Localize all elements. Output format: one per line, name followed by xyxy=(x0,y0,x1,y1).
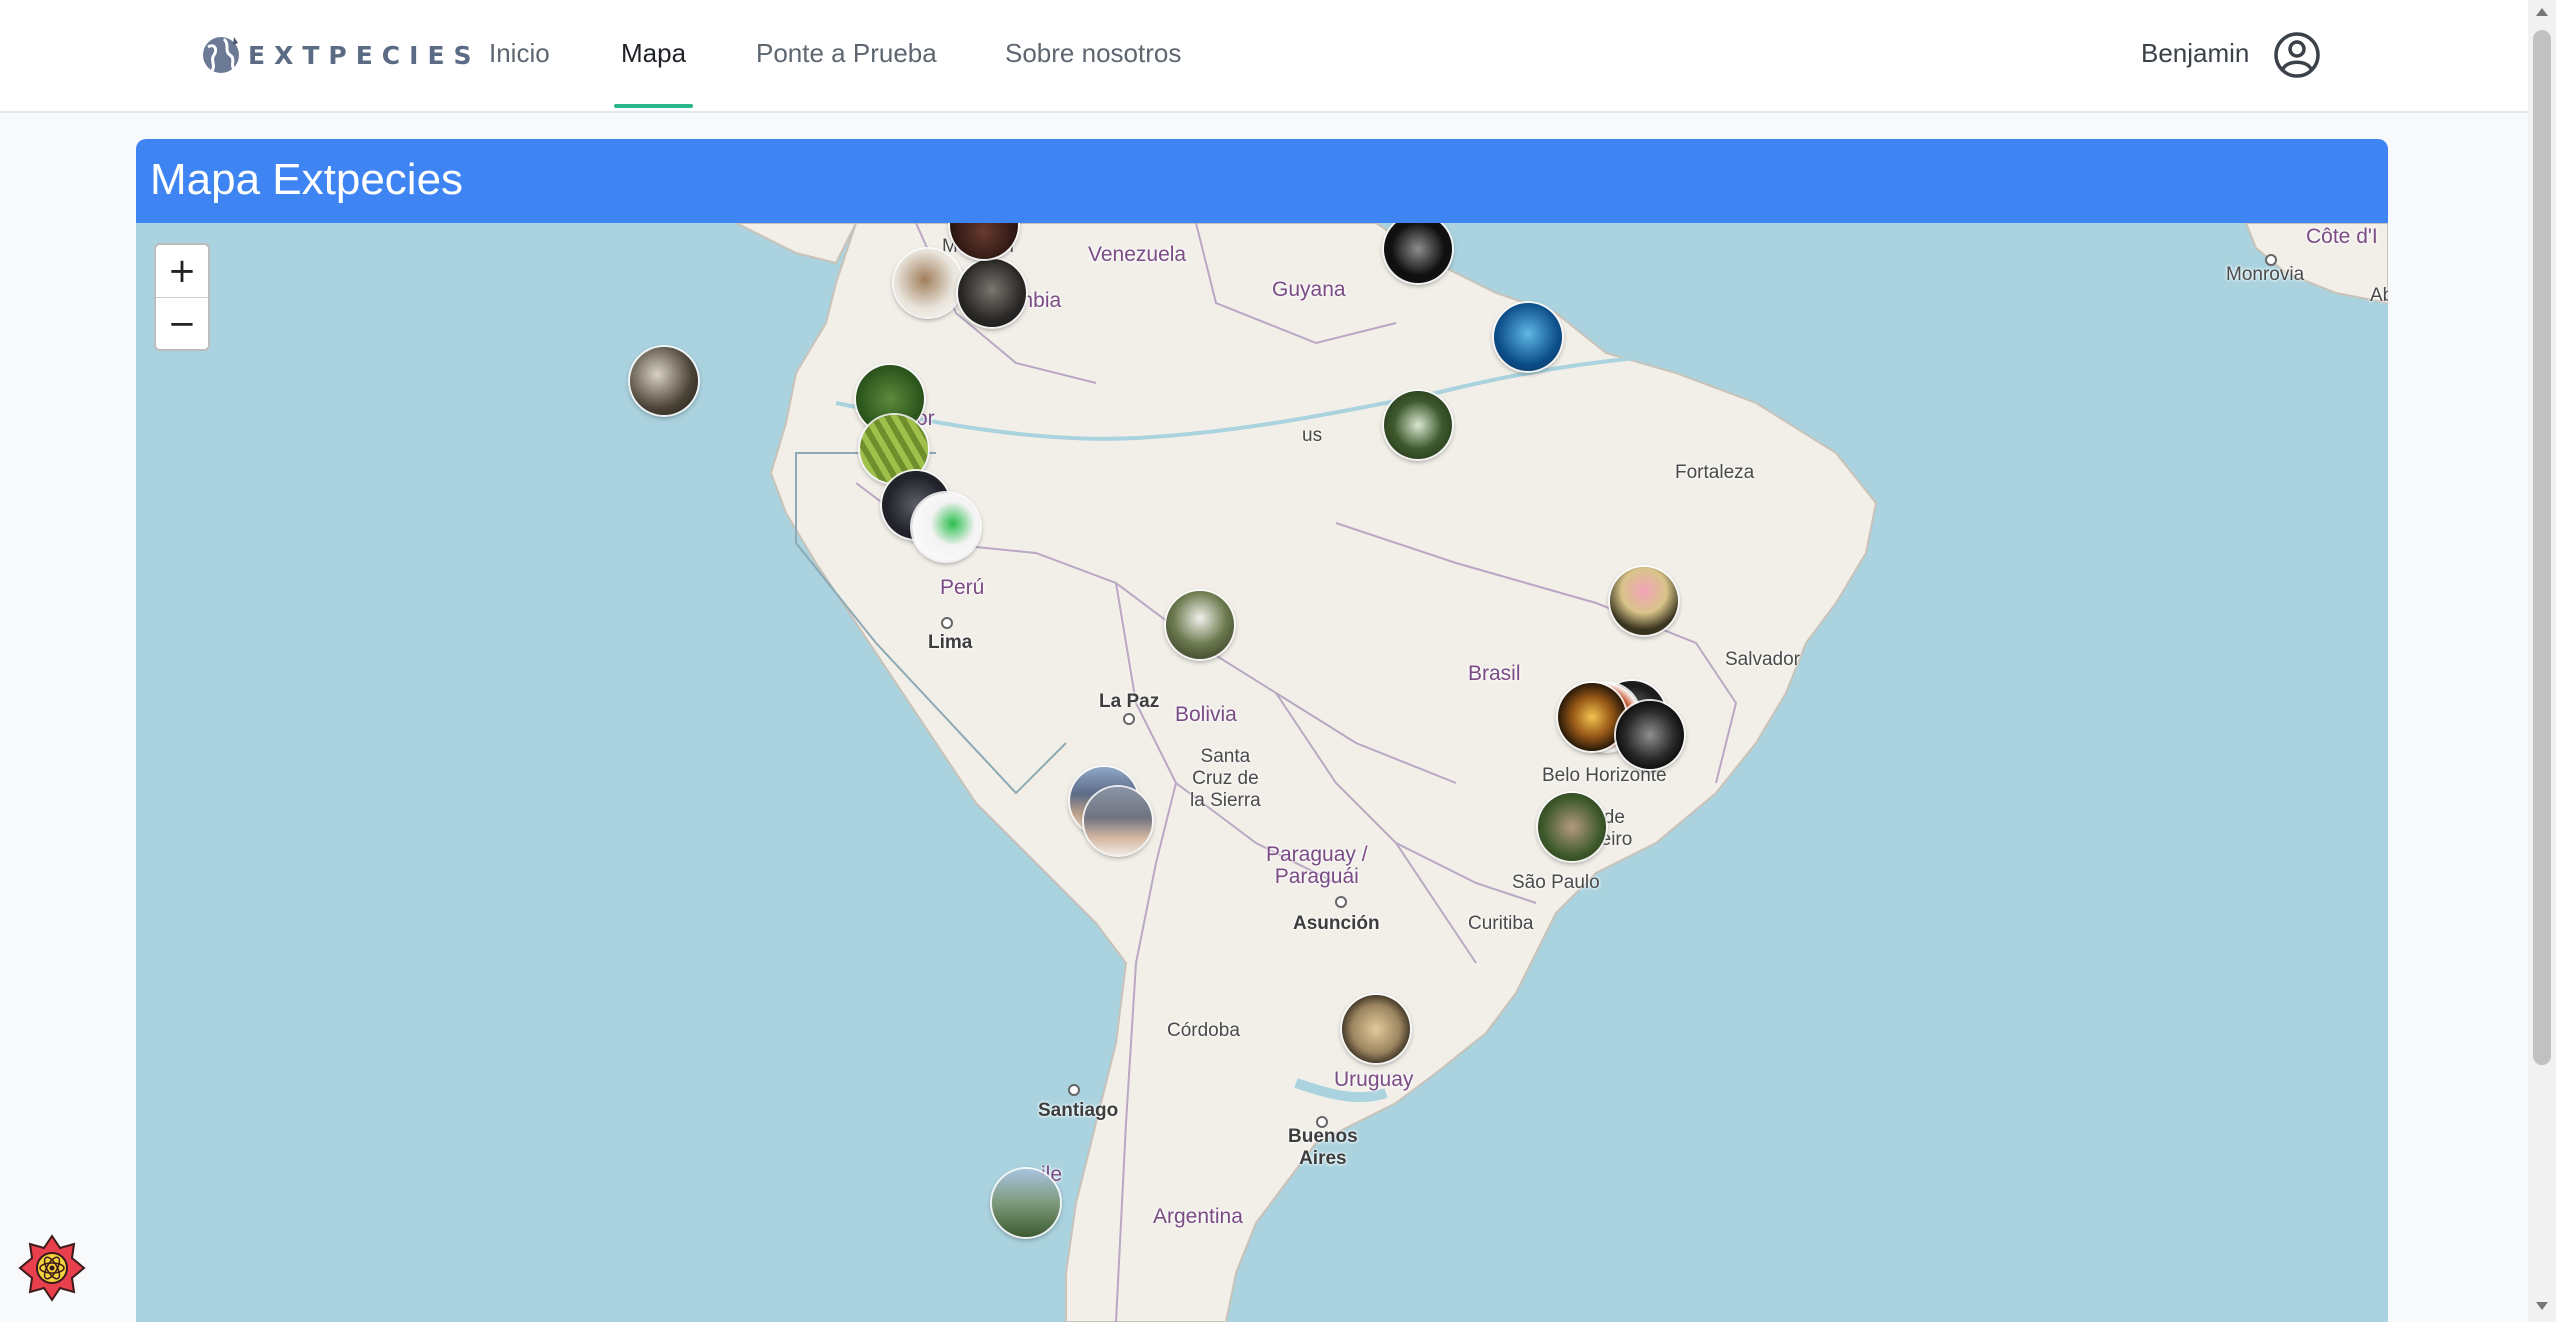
species-marker-colombia-1[interactable] xyxy=(894,249,962,317)
label-paraguay: Paraguay / Paraguái xyxy=(1266,843,1368,888)
label-guyana: Guyana xyxy=(1272,278,1346,301)
map-panel-header: Mapa Extpecies xyxy=(136,139,2388,223)
label-buenosaires: Buenos Aires xyxy=(1288,1126,1358,1169)
label-lapaz: La Paz xyxy=(1099,691,1160,712)
label-saopaulo: São Paulo xyxy=(1512,872,1600,893)
label-lima: Lima xyxy=(928,632,973,653)
brand-logo[interactable]: EXTPECIES xyxy=(200,30,481,80)
page-scrollbar[interactable] xyxy=(2528,0,2556,1322)
nav-sobre-nosotros[interactable]: Sobre nosotros xyxy=(1005,38,1181,69)
species-marker-bolivia[interactable] xyxy=(1166,591,1234,659)
active-nav-indicator xyxy=(614,104,693,108)
top-navbar: EXTPECIES Inicio Mapa Ponte a Prueba Sob… xyxy=(0,0,2528,113)
user-name[interactable]: Benjamin xyxy=(2141,38,2249,69)
species-marker-galapagos[interactable] xyxy=(630,347,698,415)
species-marker-chile-north-2[interactable] xyxy=(1084,787,1152,855)
label-abidjan: Ab xyxy=(2370,285,2388,306)
label-fortaleza: Fortaleza xyxy=(1675,462,1755,483)
species-marker-colombia-2[interactable] xyxy=(958,259,1026,327)
label-santacruz: Santa Cruz de la Sierra xyxy=(1190,746,1261,811)
zoom-out-button[interactable]: − xyxy=(156,297,208,349)
species-marker-rio[interactable] xyxy=(1538,793,1606,861)
label-monrovia: Monrovia xyxy=(2226,264,2305,285)
label-argentina: Argentina xyxy=(1153,1205,1243,1228)
scroll-thumb[interactable] xyxy=(2533,30,2551,1065)
page-title: Mapa Extpecies xyxy=(150,155,464,204)
label-cordoba: Córdoba xyxy=(1167,1020,1240,1041)
city-dot-santiago xyxy=(1068,1084,1080,1096)
species-marker-bahia[interactable] xyxy=(1610,567,1678,635)
label-uruguay: Uruguay xyxy=(1334,1068,1414,1091)
scroll-up-icon[interactable] xyxy=(2536,8,2548,16)
nav-inicio[interactable]: Inicio xyxy=(489,38,550,69)
city-dot-lima xyxy=(941,617,953,629)
species-marker-peru-2[interactable] xyxy=(912,493,980,561)
label-manaus: us xyxy=(1302,425,1323,446)
label-santiago: Santiago xyxy=(1038,1100,1119,1121)
globe-logo-icon xyxy=(203,37,239,73)
species-marker-minas-4[interactable] xyxy=(1616,701,1684,769)
city-dot-asuncion xyxy=(1335,896,1347,908)
label-cotedivoire: Côte d'I xyxy=(2306,225,2378,248)
species-map[interactable]: Medellín Venezuela Guyana ombia or us Pe… xyxy=(136,223,2388,1322)
label-peru: Perú xyxy=(940,576,985,599)
label-venezuela: Venezuela xyxy=(1088,243,1187,266)
label-asuncion: Asunción xyxy=(1293,913,1380,934)
label-brasil: Brasil xyxy=(1468,662,1521,685)
label-curitiba: Curitiba xyxy=(1468,913,1534,934)
scroll-down-icon[interactable] xyxy=(2536,1302,2548,1310)
zoom-control: + − xyxy=(154,243,210,351)
react-devtools-icon[interactable] xyxy=(14,1230,90,1306)
city-dot-lapaz xyxy=(1123,713,1135,725)
species-marker-uruguay[interactable] xyxy=(1342,995,1410,1063)
nav-mapa[interactable]: Mapa xyxy=(621,38,686,69)
brand-logo-text: EXTPECIES xyxy=(248,40,481,70)
label-bolivia: Bolivia xyxy=(1175,703,1237,726)
zoom-in-button[interactable]: + xyxy=(156,245,208,297)
map-tiles xyxy=(643,223,2388,1322)
user-circle-icon[interactable] xyxy=(2272,30,2322,80)
label-salvador: Salvador xyxy=(1725,649,1800,670)
nav-ponte-a-prueba[interactable]: Ponte a Prueba xyxy=(756,38,937,69)
species-marker-belem[interactable] xyxy=(1494,303,1562,371)
species-marker-manaus[interactable] xyxy=(1384,391,1452,459)
species-marker-chile-south[interactable] xyxy=(992,1169,1060,1237)
central-america-landmass xyxy=(735,223,858,265)
